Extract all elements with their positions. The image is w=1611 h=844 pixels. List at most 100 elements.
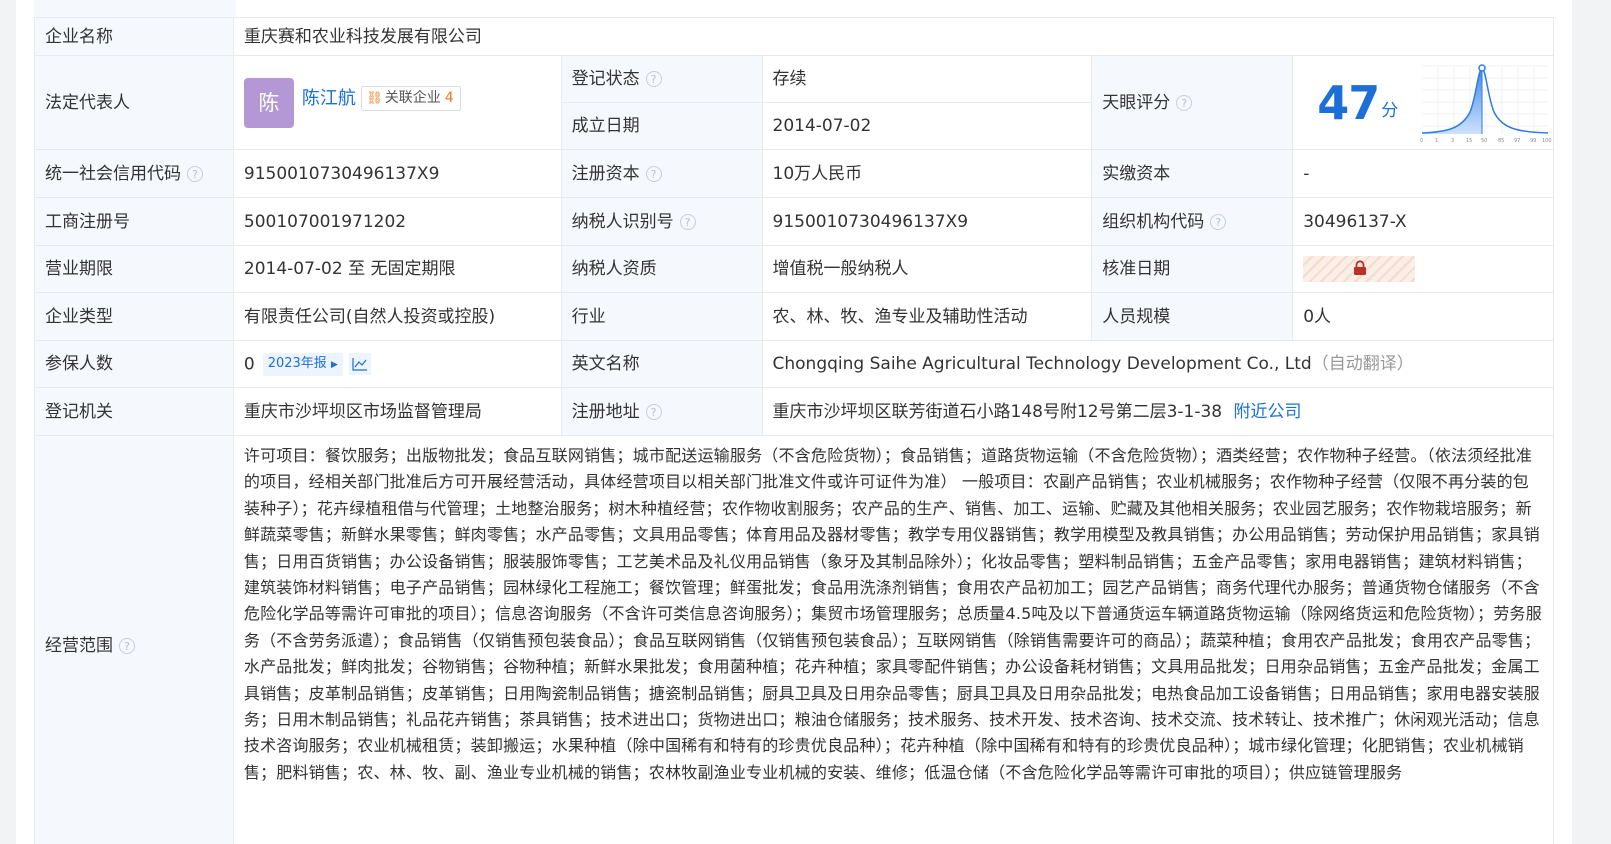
- english-name-label: 英文名称: [560, 340, 763, 388]
- status-label: 登记状态: [571, 69, 640, 89]
- legal-rep-name-link[interactable]: 陈江航: [302, 88, 356, 109]
- company-type-label: 企业类型: [34, 292, 234, 341]
- org-code-label: 组织机构代码: [1102, 211, 1205, 232]
- network-icon: ⛓: [366, 91, 383, 106]
- insured-label: 参保人数: [34, 340, 234, 388]
- industry-value: 农、林、牧、渔专业及辅助性活动: [761, 292, 1093, 341]
- credit-code-value: 915001073049613­7X9: [232, 149, 562, 198]
- credit-code-label: 统一社会信用代码: [45, 163, 181, 184]
- lock-icon: [1354, 260, 1367, 275]
- row-term: 营业期限 2014-07-02 至 无固定期限 纳税人资质 增值税一般纳税人 核…: [34, 245, 1554, 293]
- reg-capital-value: 10万人民币: [761, 149, 1093, 198]
- score-axis-ticks: 0 1 3 15 50 85 97 99 100: [1420, 138, 1552, 144]
- staff-size-label: 人员规模: [1091, 292, 1294, 341]
- row-legal-rep: 法定代表人 陈陈江航 ⛓关联企业4 登记状态? 存续 天眼评分? 47分: [34, 55, 1554, 150]
- related-companies-count: 4: [444, 90, 454, 106]
- tianyan-score-unit: 分: [1381, 100, 1399, 121]
- auto-translate-note: （自动翻译）: [1311, 354, 1414, 374]
- reg-address-label: 注册地址: [571, 401, 640, 422]
- scope-text: 许可项目：餐饮服务；出版物批发；食品互联网销售；城市配送运输服务（不含危险货物）…: [232, 435, 1555, 844]
- row-reg-no: 工商注册号 500107001971202 纳税人识别号? 9150010730…: [34, 197, 1554, 246]
- reg-address-value: 重庆市沙坪坝区联芳街道石小路148号附12号第二层3-1-38: [772, 401, 1223, 422]
- staff-size-value: 0人: [1292, 292, 1554, 341]
- tianyan-label: 天眼评分: [1102, 92, 1171, 113]
- reg-authority-value: 重庆市沙坪坝区市场监督管理局: [232, 387, 562, 436]
- row-scope: 经营范围? 许可项目：餐饮服务；出版物批发；食品互联网销售；城市配送运输服务（不…: [34, 435, 1555, 844]
- row-reg-authority: 登记机关 重庆市沙坪坝区市场监督管理局 注册地址? 重庆市沙坪坝区联芳街道石小路…: [34, 387, 1555, 436]
- taxpayer-qual-value: 增值税一般纳税人: [761, 245, 1093, 293]
- taxpayer-id-label-cell: 纳税人识别号?: [560, 197, 763, 246]
- founded-label: 成立日期: [560, 102, 763, 150]
- tianyan-score: 47: [1317, 75, 1380, 130]
- help-icon[interactable]: ?: [645, 403, 662, 420]
- row-insured: 参保人数 0 2023年报 ▶ 英文名称 Chongqing Saihe Agri…: [34, 340, 1555, 388]
- help-icon[interactable]: ?: [645, 165, 662, 182]
- reg-address-cell: 重庆市沙坪坝区联芳街道石小路148号附12号第二层3-1-38 附近公司: [761, 387, 1555, 436]
- legal-rep-label: 法定代表人: [34, 55, 234, 150]
- english-name-cell: Chongqing Saihe Agricultural Technology …: [761, 340, 1555, 388]
- approve-date-cell: [1292, 245, 1554, 293]
- english-name-value: Chongqing Saihe Agricultural Technology …: [772, 354, 1312, 374]
- help-icon[interactable]: ?: [679, 213, 696, 230]
- help-icon[interactable]: ?: [645, 71, 662, 87]
- row-company-name: 企业名称 重庆赛和农业科技发展有限公司: [34, 17, 1555, 56]
- legal-rep-cell: 陈陈江航 ⛓ 关联企业 4: [232, 55, 562, 150]
- company-name-value: 重庆赛和农业科技发展有限公司: [232, 17, 1555, 56]
- company-info-panel: 企业名称 重庆赛和农业科技发展有限公司 法定代表人 陈陈江航 ⛓ 关联企业 4 登记…: [16, 0, 1572, 844]
- tianyan-score-cell[interactable]: 47 分 0 1 3 15 50 85 97 99 100: [1292, 55, 1554, 150]
- axis-tick: 3: [1451, 138, 1454, 144]
- related-companies-label: 关联企业: [384, 90, 441, 106]
- industry-label: 行业: [560, 292, 763, 341]
- caret-right-icon: ▶: [330, 359, 338, 370]
- avatar[interactable]: 陈: [243, 77, 294, 128]
- reg-no-value: 500107001971202: [232, 197, 562, 246]
- paid-capital-value: -: [1292, 149, 1554, 198]
- score-marker: [1477, 63, 1486, 72]
- axis-tick: 15: [1466, 138, 1472, 144]
- reg-no-label: 工商注册号: [34, 197, 234, 246]
- registration-info-table: 企业名称 重庆赛和农业科技发展有限公司 法定代表人 陈陈江航 ⛓ 关联企业 4 登记…: [34, 17, 1555, 844]
- insured-cell: 0 2023年报 ▶: [232, 340, 562, 388]
- related-companies-button[interactable]: ⛓ 关联企业 4: [361, 86, 461, 111]
- org-code-value: 30496137-X: [1292, 197, 1554, 246]
- reg-address-label-cell: 注册地址?: [560, 387, 763, 436]
- axis-tick: 97: [1514, 138, 1520, 144]
- org-code-label-cell: 组织机构代码?: [1091, 197, 1294, 246]
- scope-label-cell: 经营范围?: [34, 435, 234, 844]
- axis-tick: 100: [1542, 138, 1552, 144]
- company-name-label: 企业名称: [34, 17, 234, 56]
- approve-date-locked[interactable]: [1303, 256, 1416, 282]
- help-icon[interactable]: ?: [187, 165, 203, 182]
- status-value: 存续: [761, 55, 1093, 103]
- founded-value: 2014-07-02: [761, 102, 1093, 150]
- scope-label: 经营范围: [45, 635, 113, 656]
- trend-chart-icon[interactable]: [348, 353, 371, 375]
- reg-capital-label-cell: 注册资本?: [560, 149, 763, 198]
- help-icon[interactable]: ?: [119, 637, 135, 654]
- axis-tick: 1: [1435, 138, 1438, 144]
- credit-code-label-cell: 统一社会信用代码?: [34, 149, 234, 198]
- axis-tick: 85: [1498, 138, 1504, 144]
- taxpayer-qual-label: 纳税人资质: [560, 245, 763, 293]
- axis-tick: 99: [1530, 138, 1536, 144]
- row-company-type: 企业类型 有限责任公司(自然人投资或控股) 行业 农、林、牧、渔专业及辅助性活动…: [34, 292, 1554, 341]
- axis-tick: 50: [1481, 138, 1487, 144]
- nearby-companies-link[interactable]: 附近公司: [1234, 402, 1302, 422]
- help-icon[interactable]: ?: [1210, 213, 1227, 230]
- annual-report-label: 2023年报: [267, 355, 327, 371]
- paid-capital-label: 实缴资本: [1091, 149, 1294, 198]
- approve-date-label: 核准日期: [1091, 245, 1294, 293]
- annual-report-tag[interactable]: 2023年报 ▶: [262, 352, 343, 376]
- axis-tick: 0: [1420, 138, 1423, 144]
- help-icon[interactable]: ?: [1176, 94, 1193, 111]
- term-label: 营业期限: [34, 245, 234, 293]
- tianyan-label-cell: 天眼评分?: [1091, 55, 1294, 150]
- taxpayer-id-label: 纳税人识别号: [571, 211, 674, 232]
- reg-capital-label: 注册资本: [571, 163, 640, 184]
- taxpayer-id-value: 915001073049613­7X9: [761, 197, 1093, 246]
- insured-value: 0: [243, 354, 255, 374]
- reg-authority-label: 登记机关: [34, 387, 234, 436]
- top-spacer: [16, 0, 1572, 18]
- score-distribution-chart: 0 1 3 15 50 85 97 99 100: [1420, 63, 1552, 144]
- status-label-cell: 登记状态?: [560, 55, 763, 103]
